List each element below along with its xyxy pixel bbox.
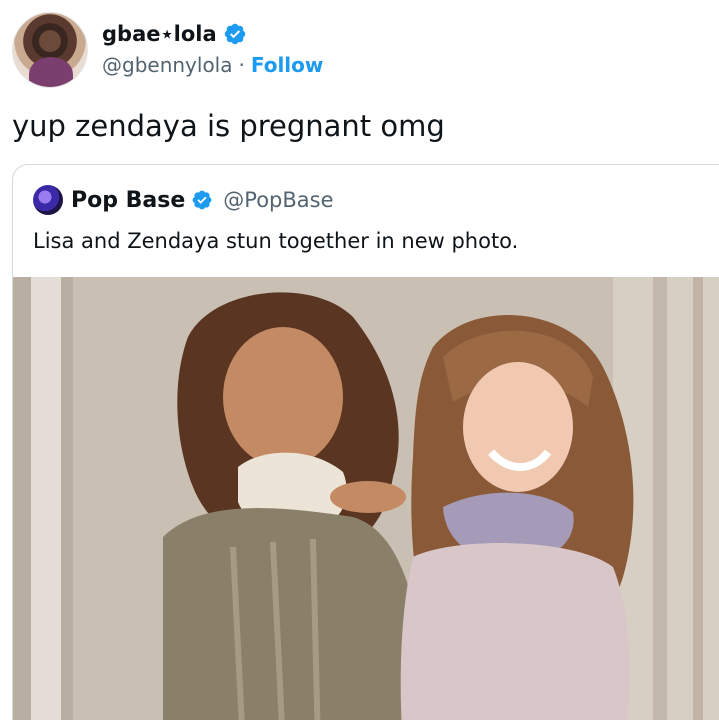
- verified-badge-icon: [192, 190, 212, 210]
- author-avatar[interactable]: [12, 12, 88, 88]
- quoted-tweet-text: Lisa and Zendaya stun together in new ph…: [33, 229, 519, 253]
- quoted-tweet[interactable]: Pop Base @PopBase Lisa and Zendaya stun …: [12, 164, 719, 720]
- quoted-author-name: Pop Base: [71, 187, 186, 213]
- author-handle-row: @gbennylola · Follow: [102, 51, 323, 79]
- author-name-row: gbae⋆lola: [102, 21, 323, 47]
- quoted-author-avatar: [33, 185, 63, 215]
- photo-illustration: [13, 277, 719, 720]
- author-identity: gbae⋆lola @gbennylola · Follow: [102, 21, 323, 79]
- author-display-name[interactable]: gbae⋆lola: [102, 21, 217, 47]
- tweet-card: gbae⋆lola @gbennylola · Follow yup zenda…: [0, 0, 719, 720]
- tweet-text: yup zendaya is pregnant omg: [12, 109, 445, 143]
- separator-dot: ·: [238, 53, 245, 77]
- quoted-author-handle: @PopBase: [223, 188, 334, 212]
- quoted-tweet-photo[interactable]: [13, 277, 719, 720]
- verified-badge-icon: [224, 23, 245, 45]
- follow-button[interactable]: Follow: [251, 51, 324, 79]
- tweet-header: gbae⋆lola @gbennylola · Follow: [12, 10, 323, 90]
- quoted-tweet-header: Pop Base @PopBase: [33, 183, 334, 217]
- author-handle[interactable]: @gbennylola: [102, 51, 233, 79]
